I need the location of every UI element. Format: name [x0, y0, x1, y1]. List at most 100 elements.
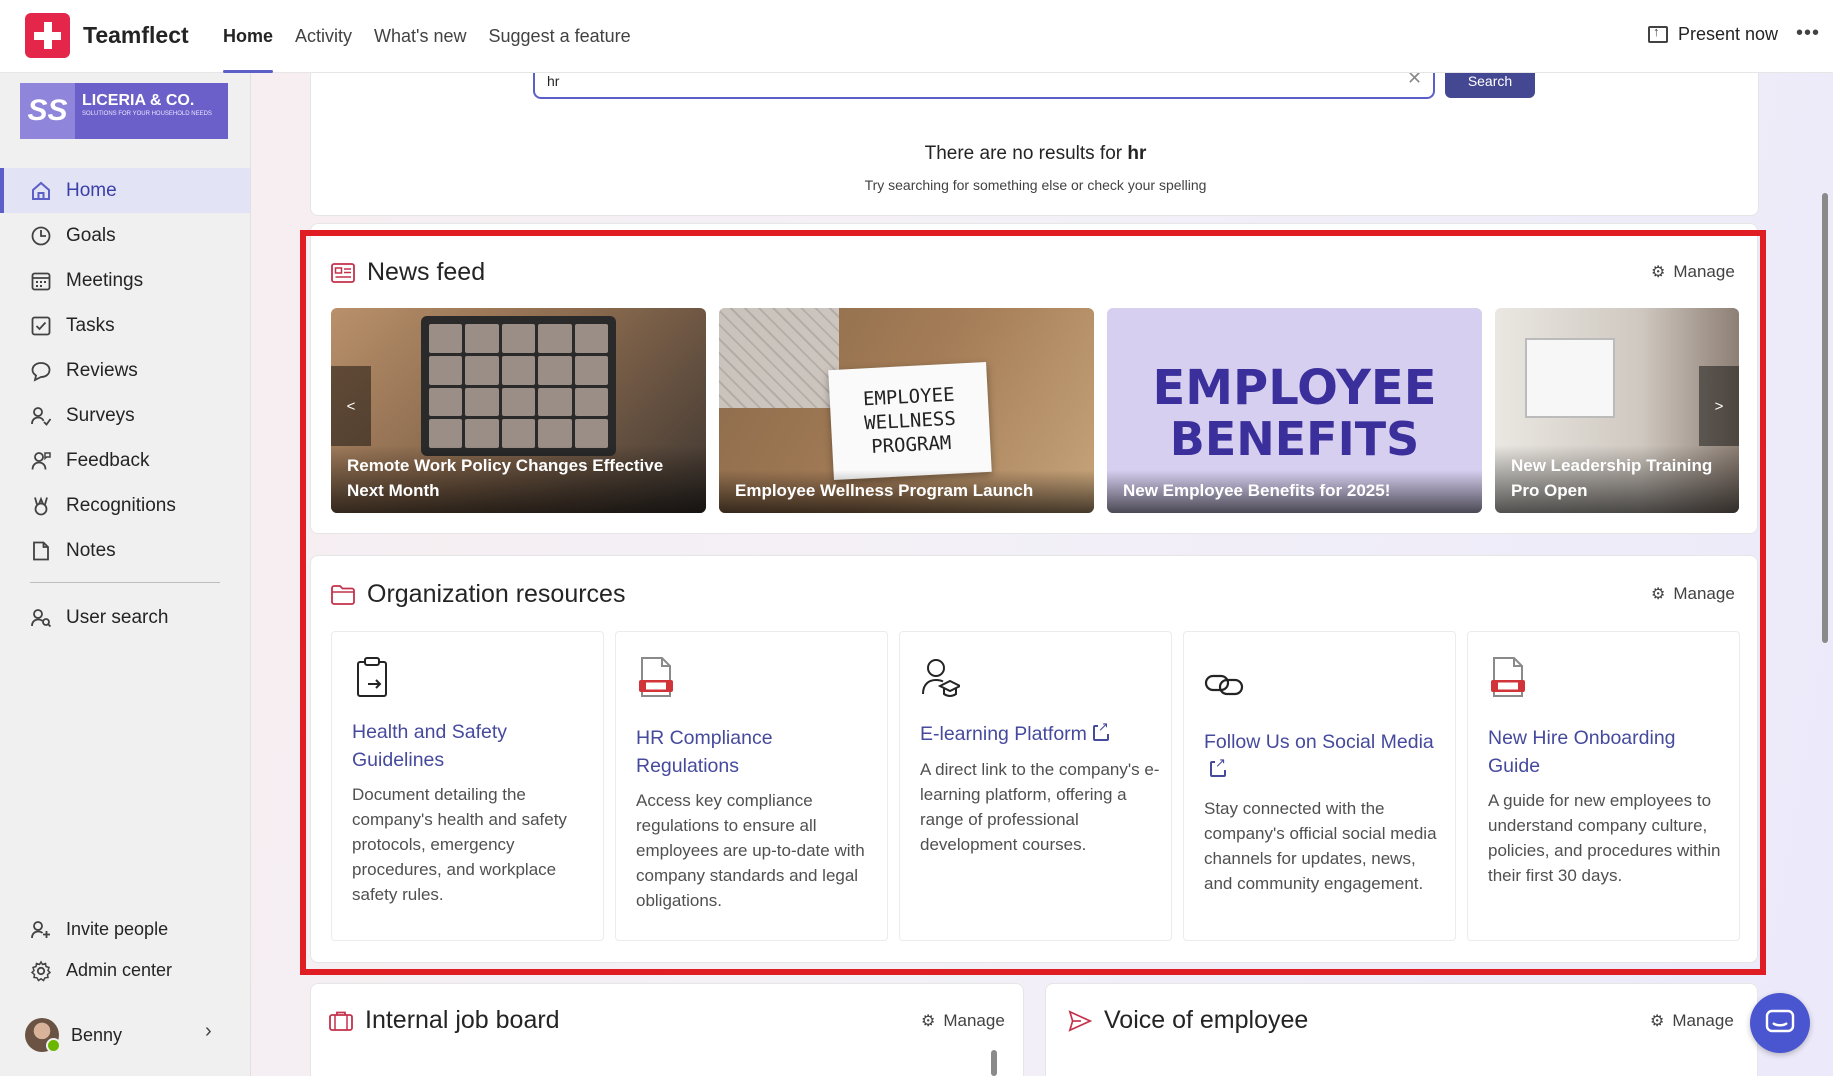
gear-icon: ⚙ [921, 1013, 936, 1030]
news-caption: Remote Work Policy Changes Effective Nex… [331, 445, 706, 513]
job-board-scrollbar[interactable] [991, 1050, 997, 1076]
person-feedback-icon [30, 450, 52, 472]
avatar [25, 1018, 61, 1053]
chat-button[interactable] [1750, 993, 1810, 1053]
voice-header: Voice of employee [1068, 1006, 1308, 1035]
external-link-icon [1092, 720, 1109, 741]
sidebar-item-recognitions[interactable]: Recognitions [0, 483, 250, 528]
admin-center-label: Admin center [66, 960, 173, 980]
sidebar-item-home[interactable]: Home [0, 168, 250, 213]
top-bar: Teamflect Home Activity What's new Sugge… [0, 0, 1833, 73]
sidebar-item-label: Tasks [66, 314, 115, 336]
sidebar-item-user-search[interactable]: User search [0, 595, 250, 640]
no-results-prefix: There are no results for [924, 143, 1123, 164]
voice-manage-button[interactable]: ⚙ Manage [1650, 1011, 1734, 1031]
main-scrollbar[interactable] [1822, 193, 1828, 643]
present-now-button[interactable]: Present now [1648, 24, 1778, 45]
benefits-image-text-2: BENEFITS [1169, 412, 1420, 466]
resource-description: A guide for new employees to understand … [1488, 791, 1721, 885]
sidebar-item-reviews[interactable]: Reviews [0, 348, 250, 393]
app-name: Teamflect [83, 22, 189, 48]
invite-people-button[interactable]: Invite people [0, 909, 250, 950]
organization-resources-section: Organization resources ⚙ Manage Health a… [310, 555, 1758, 963]
briefcase-icon [329, 1010, 353, 1032]
voice-of-employee-section: Voice of employee ⚙ Manage [1045, 983, 1758, 1076]
manage-label: Manage [1672, 1011, 1734, 1030]
news-feed-header: News feed [331, 258, 485, 287]
resource-card-health-safety[interactable]: Health and Safety Guidelines Document de… [331, 631, 604, 941]
resource-description: A direct link to the company's e-learnin… [920, 760, 1160, 854]
send-icon [1068, 1009, 1092, 1032]
admin-center-button[interactable]: Admin center [0, 950, 250, 991]
tab-whats-new[interactable]: What's new [374, 0, 466, 73]
learner-icon [922, 659, 960, 698]
carousel-next-button[interactable]: > [1699, 366, 1739, 446]
news-card[interactable]: EMPLOYEE WELLNESS PROGRAM Employee Welln… [719, 308, 1094, 513]
sidebar-item-surveys[interactable]: Surveys [0, 393, 250, 438]
sidebar-item-notes[interactable]: Notes [0, 528, 250, 573]
sidebar-item-label: User search [66, 606, 169, 628]
more-options-icon[interactable]: ••• [1796, 22, 1820, 45]
newspaper-icon [331, 262, 355, 284]
news-caption: New Employee Benefits for 2025! [1107, 470, 1482, 513]
resources-manage-button[interactable]: ⚙ Manage [1651, 584, 1735, 604]
wellness-note-image: EMPLOYEE WELLNESS PROGRAM [828, 361, 992, 481]
resource-title: Health and Safety Guidelines [352, 721, 508, 771]
resource-title: HR Compliance Regulations [636, 727, 773, 777]
carousel-prev-button[interactable]: < [331, 366, 371, 446]
ribbon-icon [30, 495, 52, 517]
sidebar-item-meetings[interactable]: Meetings [0, 258, 250, 303]
resource-card-social-media[interactable]: Follow Us on Social Media Stay connected… [1183, 631, 1456, 941]
no-results-term: hr [1127, 143, 1147, 164]
sidebar-item-label: Reviews [66, 359, 138, 381]
search-card: ✕ Search There are no results for hr Try… [310, 73, 1759, 216]
job-board-title: Internal job board [365, 1006, 560, 1034]
sidebar-item-label: Goals [66, 224, 116, 246]
chat-icon [1765, 1009, 1795, 1033]
laptop-image [421, 316, 616, 456]
sidebar-item-feedback[interactable]: Feedback [0, 438, 250, 483]
manage-label: Manage [1673, 584, 1735, 603]
resource-title: Follow Us on Social Media [1204, 728, 1444, 784]
link-icon [1204, 674, 1244, 696]
news-feed-section: News feed ⚙ Manage Remote Work Policy Ch… [310, 223, 1758, 534]
job-board-manage-button[interactable]: ⚙ Manage [921, 1011, 1005, 1031]
document-icon [1491, 657, 1525, 697]
news-manage-button[interactable]: ⚙ Manage [1651, 262, 1735, 282]
resource-card-onboarding[interactable]: New Hire Onboarding Guide A guide for ne… [1467, 631, 1740, 941]
resource-title-text: Follow Us on Social Media [1204, 731, 1434, 753]
sidebar-item-label: Notes [66, 539, 116, 561]
news-card[interactable]: EMPLOYEE BENEFITS New Employee Benefits … [1107, 308, 1482, 513]
clear-search-icon[interactable]: ✕ [1407, 73, 1422, 89]
sidebar-secondary: User search [0, 595, 250, 640]
tab-home[interactable]: Home [223, 0, 274, 73]
user-search-icon [30, 607, 52, 629]
voice-title: Voice of employee [1104, 1006, 1309, 1034]
search-button[interactable]: Search [1445, 73, 1535, 98]
sidebar-item-label: Surveys [66, 404, 135, 426]
tab-suggest-feature[interactable]: Suggest a feature [489, 0, 631, 73]
news-caption: Employee Wellness Program Launch [719, 470, 1094, 513]
resources-header: Organization resources [331, 580, 625, 609]
company-name: LICERIA & CO. [82, 92, 195, 109]
manage-label: Manage [1673, 262, 1735, 281]
no-results-hint: Try searching for something else or chec… [864, 177, 1207, 193]
tab-activity[interactable]: Activity [295, 0, 352, 73]
sidebar-item-tasks[interactable]: Tasks [0, 303, 250, 348]
teamflect-logo-icon [25, 13, 70, 58]
sidebar-item-goals[interactable]: Goals [0, 213, 250, 258]
resource-card-elearning[interactable]: E-learning Platform A direct link to the… [899, 631, 1172, 941]
search-input[interactable] [533, 73, 1435, 99]
resource-title: New Hire Onboarding Guide [1488, 727, 1676, 777]
speech-bubble-icon [30, 360, 52, 382]
gear-icon: ⚙ [1651, 586, 1666, 603]
resource-title-text: E-learning Platform [920, 723, 1087, 745]
sidebar-nav: Home Goals Meetings Tasks Reviews Survey… [0, 168, 250, 573]
sidebar-item-label: Meetings [66, 269, 144, 291]
manage-label: Manage [943, 1011, 1005, 1030]
no-results-message: There are no results for hr [311, 143, 1760, 165]
news-card[interactable]: Remote Work Policy Changes Effective Nex… [331, 308, 706, 513]
calendar-icon [30, 270, 52, 292]
profile-menu[interactable]: Benny › [25, 1015, 225, 1055]
resource-card-hr-compliance[interactable]: HR Compliance Regulations Access key com… [615, 631, 888, 941]
